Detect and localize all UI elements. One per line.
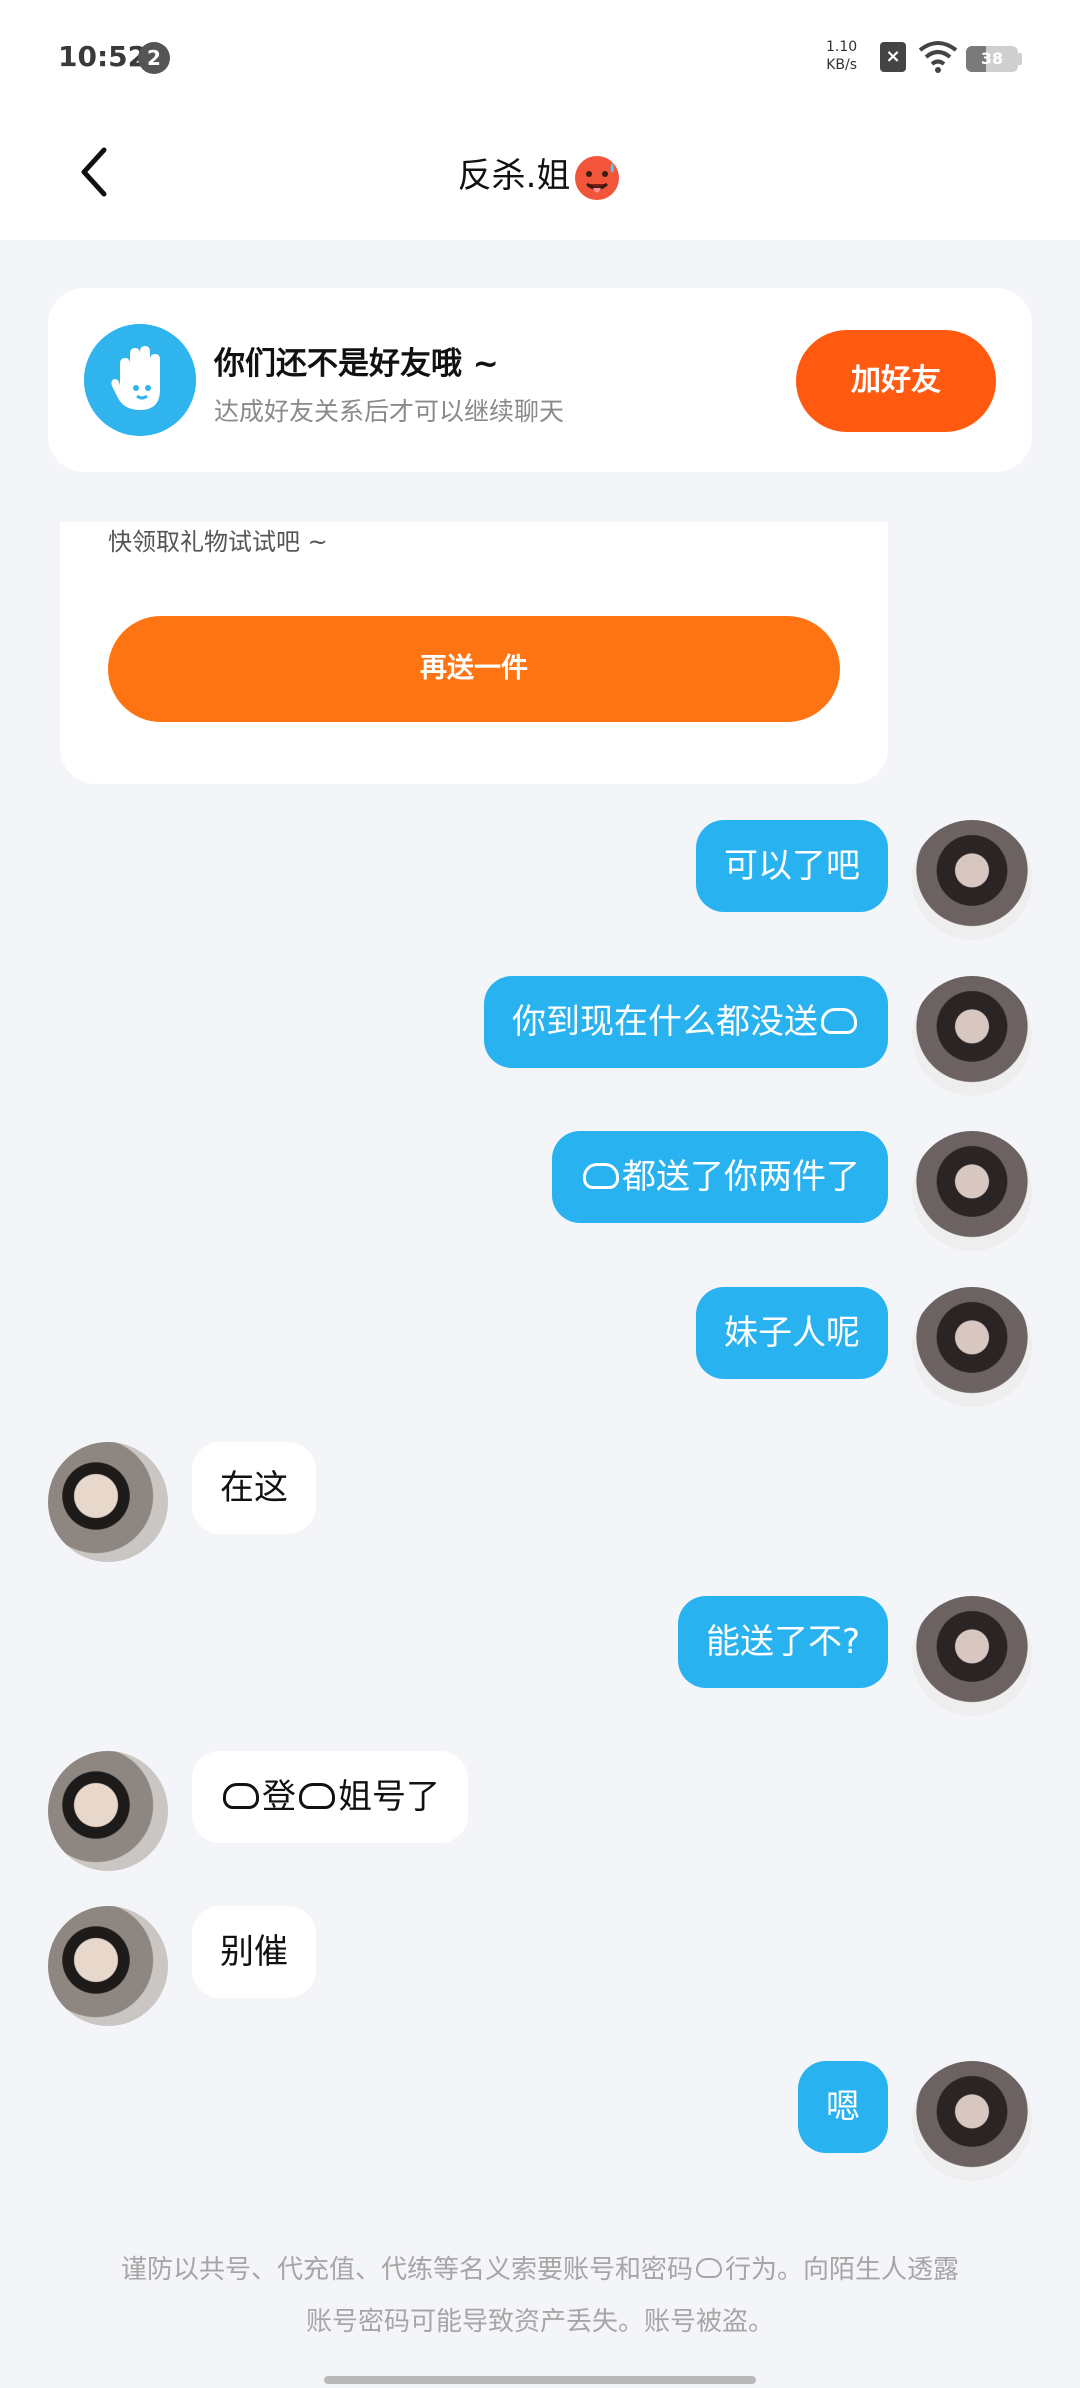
message-text: 姐号了	[338, 1777, 440, 1817]
chat-header: 反杀.姐	[0, 110, 1080, 240]
battery-tip	[1018, 53, 1022, 65]
security-warning-line-2: 账号密码可能导致资产丢失。账号被盗。	[305, 2307, 774, 2337]
gift-card-text: 快领取礼物试试吧 ~	[108, 528, 328, 556]
message-bubble-outgoing[interactable]: 你到现在什么都没送	[484, 976, 888, 1068]
message-bubble-outgoing[interactable]: 妹子人呢	[696, 1287, 888, 1379]
message-row: 都送了你两件了	[0, 1131, 1080, 1251]
message-row: 别催	[0, 1906, 1080, 2026]
message-row: 登 姐号了	[0, 1751, 1080, 1871]
no-sim-icon: ×	[880, 42, 906, 72]
my-avatar[interactable]	[912, 1596, 1032, 1716]
message-text: 都送了你两件了	[622, 1157, 860, 1197]
message-bubble-outgoing[interactable]: 嗯	[798, 2061, 888, 2153]
message-row: 你到现在什么都没送	[0, 976, 1080, 1096]
message-bubble-incoming[interactable]: 在这	[192, 1442, 316, 1534]
battery-icon: 38	[966, 46, 1018, 72]
contact-avatar[interactable]	[48, 1751, 168, 1871]
security-warning-text: 谨防以共号、代充值、代练等名义索要账号和密码	[120, 2255, 693, 2285]
notification-count-badge: 2	[138, 42, 170, 74]
wifi-icon	[918, 41, 958, 73]
message-bubble-outgoing[interactable]: 可以了吧	[696, 820, 888, 912]
emoticon-icon	[299, 1782, 335, 1809]
add-friend-button[interactable]: 加好友	[796, 330, 996, 432]
waving-hand-icon	[84, 324, 196, 436]
send-another-gift-button[interactable]: 再送一件	[108, 616, 840, 722]
message-bubble-incoming[interactable]: 登 姐号了	[192, 1751, 468, 1843]
emoticon-icon	[821, 1007, 857, 1034]
home-indicator[interactable]	[324, 2376, 756, 2384]
security-warning-line-1: 谨防以共号、代充值、代练等名义索要账号和密码 行为。向陌生人透露	[60, 2244, 1020, 2296]
network-speed-value: 1.10	[826, 39, 858, 55]
message-bubble-outgoing[interactable]: 都送了你两件了	[552, 1131, 888, 1223]
message-text: 你到现在什么都没送	[512, 1002, 818, 1042]
contact-avatar[interactable]	[48, 1442, 168, 1562]
message-row: 可以了吧	[0, 820, 1080, 940]
message-text: 登	[262, 1777, 296, 1817]
my-avatar[interactable]	[912, 820, 1032, 940]
security-warning-text: 行为。向陌生人透露	[725, 2255, 960, 2285]
network-speed: 1.10 KB/s	[826, 38, 857, 74]
message-row: 能送了不?	[0, 1596, 1080, 1716]
my-avatar[interactable]	[912, 1131, 1032, 1251]
chat-title: 反杀.姐	[0, 148, 1080, 203]
hot-face-emoji-icon	[575, 155, 620, 200]
my-avatar[interactable]	[912, 976, 1032, 1096]
battery-percent: 38	[980, 49, 1004, 68]
message-bubble-outgoing[interactable]: 能送了不?	[677, 1596, 888, 1688]
emoticon-icon	[583, 1162, 619, 1189]
network-speed-unit: KB/s	[826, 57, 857, 73]
gift-card: 快领取礼物试试吧 ~ 再送一件	[60, 522, 888, 784]
my-avatar[interactable]	[912, 2061, 1032, 2181]
not-friends-banner: 你们还不是好友哦 ~ 达成好友关系后才可以继续聊天 加好友	[48, 288, 1032, 472]
message-bubble-incoming[interactable]: 别催	[192, 1906, 316, 1998]
my-avatar[interactable]	[912, 1287, 1032, 1407]
security-warning: 谨防以共号、代充值、代练等名义索要账号和密码 行为。向陌生人透露 账号密码可能导致…	[60, 2244, 1020, 2348]
message-row: 妹子人呢	[0, 1287, 1080, 1407]
not-friends-title: 你们还不是好友哦 ~	[214, 346, 499, 382]
status-time: 10:52	[58, 40, 148, 73]
contact-avatar[interactable]	[48, 1906, 168, 2026]
message-row: 嗯	[0, 2061, 1080, 2181]
emoticon-icon	[696, 2257, 722, 2278]
status-bar: 10:52 2 1.10 KB/s × 38	[0, 0, 1080, 110]
chat-title-text: 反杀.姐	[457, 156, 571, 196]
not-friends-subtitle: 达成好友关系后才可以继续聊天	[214, 397, 565, 426]
message-row: 在这	[0, 1442, 1080, 1562]
emoticon-icon	[223, 1782, 259, 1809]
